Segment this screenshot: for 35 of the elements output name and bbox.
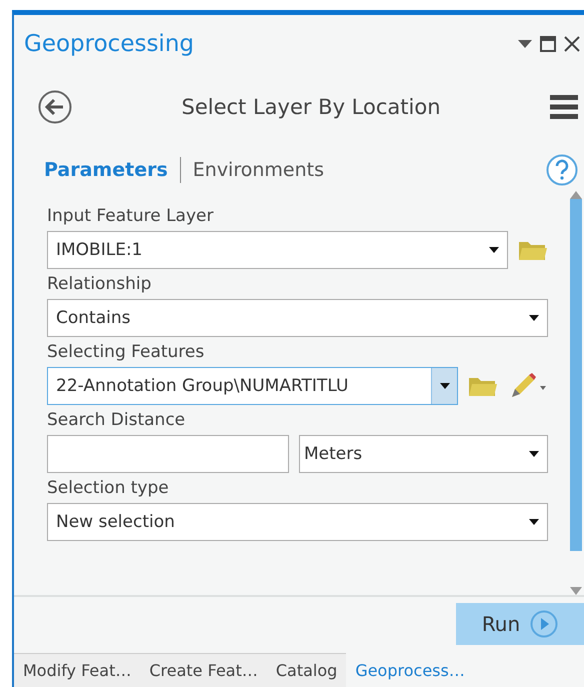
run-button[interactable]: Run — [456, 603, 584, 645]
folder-icon[interactable] — [468, 375, 498, 397]
parameter-label: Input Feature Layer — [47, 205, 214, 228]
caret-icon — [489, 247, 499, 253]
caret-icon — [440, 383, 450, 389]
close-icon[interactable] — [564, 36, 580, 52]
parameter-label: Selection type — [47, 477, 170, 500]
dock-tab[interactable]: Create Feat… — [140, 653, 267, 687]
back-icon[interactable] — [38, 90, 72, 124]
play-icon — [530, 610, 558, 638]
parameter-dropdown[interactable]: Contains — [47, 299, 548, 337]
parameter-dropdown[interactable]: 22-Annotation Group\NUMARTITLU — [47, 367, 458, 405]
menu-icon[interactable] — [550, 95, 578, 119]
scrollbar-thumb[interactable] — [570, 199, 582, 551]
caret-icon — [529, 451, 539, 457]
dock-tab[interactable]: Catalog — [266, 653, 346, 687]
dock-tab[interactable]: Modify Feat… — [14, 653, 140, 687]
scroll-down-icon[interactable] — [570, 587, 582, 595]
parameter-dropdown[interactable]: New selection — [47, 503, 548, 541]
pane-title: Geoprocessing — [24, 31, 195, 57]
caret-icon — [529, 519, 539, 525]
distance-field[interactable] — [47, 435, 289, 473]
pane-tab[interactable]: Parameters — [32, 159, 180, 181]
tool-title: Select Layer By Location — [180, 95, 442, 119]
parameter-label: Search Distance — [47, 409, 186, 432]
pane-tab[interactable]: Environments — [180, 159, 336, 181]
parameter-label: Relationship — [47, 273, 152, 296]
caret-icon — [529, 315, 539, 321]
parameter-dropdown[interactable]: IMOBILE:1 — [47, 231, 508, 269]
unit-dropdown[interactable]: Meters — [299, 435, 548, 473]
help-icon[interactable] — [546, 154, 578, 186]
folder-icon[interactable] — [518, 239, 548, 261]
parameter-label: Selecting Features — [47, 341, 206, 364]
maximize-icon[interactable] — [540, 36, 556, 52]
dropdown-icon[interactable] — [518, 40, 532, 48]
